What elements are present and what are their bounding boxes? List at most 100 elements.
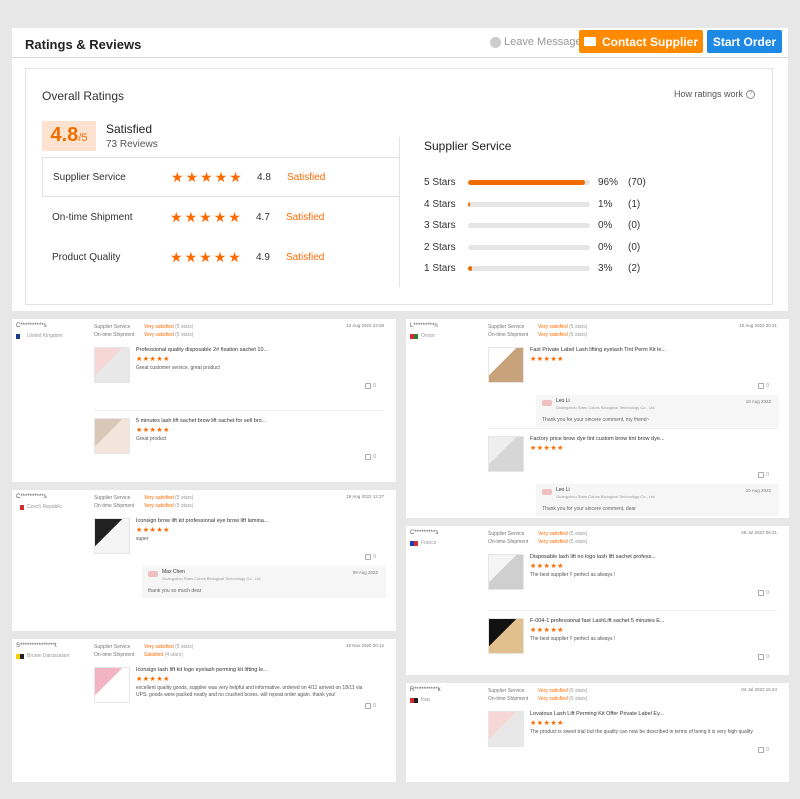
like-count: 0	[373, 453, 376, 460]
product-thumbnail[interactable]	[94, 518, 130, 554]
supplier-service-label: Supplier Service	[94, 495, 131, 501]
how-ratings-work-link[interactable]: How ratings work ?	[674, 89, 756, 99]
service-labels: Supplier Service On-time Shipment	[94, 643, 134, 659]
reviewer-name: S***************t	[16, 643, 57, 649]
section-title: Ratings & Reviews	[25, 37, 142, 52]
supplier-service-label: Supplier Service	[94, 644, 131, 650]
review-text: excellent quality goods, supplier was ve…	[136, 685, 363, 698]
country-flag-icon	[16, 504, 24, 510]
supplier-service-value: Very satisfied (5 stars)	[538, 688, 588, 694]
rating-row: On-time Shipment ★ ★ ★ ★ ★ 4.7 Satisfied	[42, 197, 400, 237]
review-text: The product is sweet trial but the quali…	[530, 729, 753, 735]
review-card: S***************t Brunei Darussalam Suppli…	[12, 639, 396, 782]
reviewer-name: C**********s	[16, 323, 47, 329]
overall-summary: Satisfied	[106, 122, 153, 136]
star-distribution-row: 5 Stars 96% (70)	[424, 175, 646, 189]
service-labels: Supplier Service On-time Shipment	[488, 530, 528, 546]
star-icon: ★	[213, 249, 227, 265]
supplier-service-label: Supplier Service	[488, 324, 525, 330]
review-card: C**********s United Kingdom Supplier Servi…	[12, 319, 396, 482]
reply-text: Thank you for your sincere comment, my f…	[542, 417, 650, 423]
country-name: Oman	[421, 333, 435, 339]
reply-company: Guangzhou Stars Colors Biological Techno…	[556, 493, 655, 499]
thumbs-up-icon	[758, 653, 765, 660]
progress-bar	[468, 222, 590, 228]
like-button[interactable]: 0	[758, 653, 769, 660]
progress-bar	[468, 201, 590, 207]
ontime-shipment-value: Very satisfied (5 stars)	[144, 503, 194, 509]
country-flag-icon	[16, 333, 24, 339]
review-card: R**********k Iraq Supplier Service On-time …	[406, 683, 789, 782]
country-name: United Kingdom	[27, 333, 63, 339]
star-distribution-row: 4 Stars 1% (1)	[424, 197, 640, 211]
service-values: Very satisfied (5 stars) Very satisfied (…	[538, 687, 587, 703]
star-icon: ★	[199, 209, 212, 225]
product-thumbnail[interactable]	[488, 554, 524, 590]
rating-value: 4.8	[257, 171, 271, 183]
star-icon: ★	[184, 209, 198, 225]
review-text: The best supplier !! perfect as always !	[530, 572, 616, 578]
supplier-logo-icon	[148, 571, 158, 577]
like-count: 0	[766, 383, 769, 389]
reply-date: 10 Aug 2022	[745, 399, 771, 404]
like-count: 0	[766, 747, 769, 753]
reviewer-country: Czech Republic	[16, 504, 62, 510]
product-title[interactable]: Professional quality disposable 2# fixat…	[136, 347, 268, 353]
product-title[interactable]: Lovatous Lash Lift Perming Kit Offer Pri…	[530, 711, 664, 717]
product-thumbnail[interactable]	[488, 435, 524, 472]
ontime-shipment-label: On-time Shipment	[94, 652, 135, 658]
like-button[interactable]: 0	[758, 590, 769, 596]
divider	[488, 609, 777, 611]
like-button[interactable]: 0	[365, 554, 376, 560]
product-title[interactable]: F-004-1 professional fast LashLift sache…	[530, 618, 665, 624]
count-value: (1)	[628, 198, 641, 210]
start-order-button[interactable]: Start Order	[707, 30, 782, 53]
reply-date: 10 Aug 2022	[745, 487, 771, 493]
help-icon: ?	[746, 89, 756, 99]
product-title[interactable]: Disposable lash lift no logo lash lift s…	[530, 554, 656, 560]
service-values: Very satisfied (5 stars) Very satisfied (…	[538, 323, 587, 339]
product-thumbnail[interactable]	[94, 417, 130, 454]
product-stars: ★★★★★	[136, 527, 170, 534]
star-rating: ★ ★ ★ ★ ★	[171, 170, 257, 184]
review-card: L*********n Oman Supplier Service On-time S…	[406, 319, 789, 518]
like-count: 0	[766, 653, 769, 660]
supplier-reply: Leo Li Guangzhou Stars Colors Biological …	[536, 395, 779, 427]
like-button[interactable]: 0	[758, 471, 769, 478]
like-count: 0	[766, 471, 769, 478]
product-title[interactable]: Fast Private Label Lash lifting eyelash …	[530, 347, 666, 353]
divider	[399, 137, 400, 287]
product-title[interactable]: Iconsign brow lift kit professional eye …	[136, 518, 268, 524]
percent-value: 3%	[598, 262, 613, 274]
review-date: 19 Aug 2022 12:27	[346, 494, 384, 499]
product-thumbnail[interactable]	[94, 667, 130, 703]
count-value: (0)	[628, 241, 641, 253]
product-thumbnail[interactable]	[488, 711, 524, 747]
like-button[interactable]: 0	[758, 383, 769, 389]
thumbs-up-icon	[365, 383, 372, 389]
rating-label: On-time Shipment	[52, 211, 133, 223]
thumbs-up-icon	[758, 590, 765, 596]
product-thumbnail[interactable]	[488, 617, 524, 654]
score-max: /5	[78, 132, 88, 144]
stars-count: (5 stars)	[569, 688, 588, 694]
contact-supplier-button[interactable]: Contact Supplier	[579, 30, 703, 53]
score-value: 4.8	[50, 124, 79, 146]
ontime-shipment-label: On-time Shipment	[488, 539, 529, 545]
like-button[interactable]: 0	[365, 703, 376, 709]
product-title[interactable]: 5 minutes lash lift sachet brow lift sac…	[136, 418, 266, 424]
product-stars: ★★★★★	[136, 676, 170, 683]
like-button[interactable]: 0	[365, 453, 376, 460]
star-icon: ★	[199, 249, 212, 265]
like-button[interactable]: 0	[758, 747, 769, 753]
product-thumbnail[interactable]	[94, 347, 130, 383]
supplier-logo-icon	[542, 400, 552, 406]
ontime-shipment-value: Very satisfied (5 stars)	[144, 332, 194, 338]
like-button[interactable]: 0	[365, 383, 376, 389]
leave-messages-link[interactable]: Leave Messages	[490, 36, 587, 48]
service-values: Very satisfied (5 stars) Very satisfied (…	[538, 530, 587, 546]
product-thumbnail[interactable]	[488, 347, 524, 383]
product-title[interactable]: Factory price brow dye tint custom brow …	[530, 436, 665, 442]
product-title[interactable]: Iconsign lash lift kit logo eyelash perm…	[136, 667, 268, 673]
star-level-label: 2 Stars	[424, 241, 456, 253]
